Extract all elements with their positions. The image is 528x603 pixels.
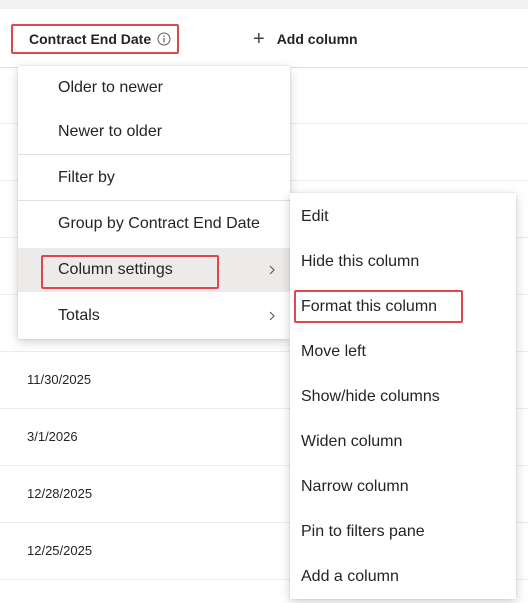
menu-item-label: Pin to filters pane (301, 523, 425, 540)
menu-item-older-to-newer[interactable]: Older to newer (18, 66, 290, 110)
menu-item-label: Totals (58, 307, 100, 324)
column-settings-submenu: Edit Hide this column Format this column… (290, 193, 516, 599)
submenu-item-show-hide-columns[interactable]: Show/hide columns (290, 375, 516, 419)
column-header-label: Contract End Date (29, 31, 152, 47)
top-strip (0, 0, 528, 9)
menu-divider (18, 154, 290, 155)
submenu-item-widen-column[interactable]: Widen column (290, 420, 516, 464)
date-cell: 12/28/2025 (27, 486, 93, 501)
menu-item-label: Move left (301, 343, 366, 360)
menu-item-label: Hide this column (301, 253, 420, 270)
add-column-label: Add column (276, 31, 358, 47)
menu-item-label: Newer to older (58, 123, 163, 140)
menu-item-column-settings[interactable]: Column settings (18, 248, 290, 292)
column-header-contract-end-date[interactable]: Contract End Date (11, 24, 179, 54)
menu-item-label: Filter by (58, 169, 115, 186)
menu-item-newer-to-older[interactable]: Newer to older (18, 110, 290, 154)
plus-icon: + (253, 28, 265, 50)
menu-item-totals[interactable]: Totals (18, 294, 290, 338)
date-cell: 11/30/2025 (27, 372, 92, 387)
menu-item-label: Older to newer (58, 79, 163, 96)
info-icon[interactable] (157, 32, 171, 46)
add-column-button[interactable]: + Add column (253, 27, 358, 51)
column-context-menu: Older to newer Newer to older Filter by … (18, 66, 290, 339)
date-cell: 12/25/2025 (27, 543, 93, 558)
menu-item-label: Add a column (301, 568, 399, 585)
submenu-item-format-this-column[interactable]: Format this column (290, 285, 516, 329)
menu-item-label: Format this column (301, 298, 438, 315)
menu-item-label: Column settings (58, 261, 173, 278)
menu-item-filter-by[interactable]: Filter by (18, 156, 290, 200)
list-header-row: Contract End Date + Add column (0, 9, 528, 68)
chevron-right-icon (268, 310, 276, 322)
menu-item-label: Widen column (301, 433, 403, 450)
submenu-item-add-a-column[interactable]: Add a column (290, 555, 516, 599)
submenu-item-move-left[interactable]: Move left (290, 330, 516, 374)
date-cell: 3/1/2026 (27, 429, 78, 444)
menu-item-label: Show/hide columns (301, 388, 440, 405)
menu-item-label: Group by Contract End Date (58, 215, 260, 232)
menu-divider (18, 200, 290, 201)
submenu-item-narrow-column[interactable]: Narrow column (290, 465, 516, 509)
chevron-right-icon (268, 264, 276, 276)
submenu-item-edit[interactable]: Edit (290, 195, 516, 239)
menu-item-group-by[interactable]: Group by Contract End Date (18, 202, 290, 246)
submenu-item-hide-this-column[interactable]: Hide this column (290, 240, 516, 284)
submenu-item-pin-to-filters-pane[interactable]: Pin to filters pane (290, 510, 516, 554)
menu-item-label: Edit (301, 208, 329, 225)
menu-item-label: Narrow column (301, 478, 409, 495)
